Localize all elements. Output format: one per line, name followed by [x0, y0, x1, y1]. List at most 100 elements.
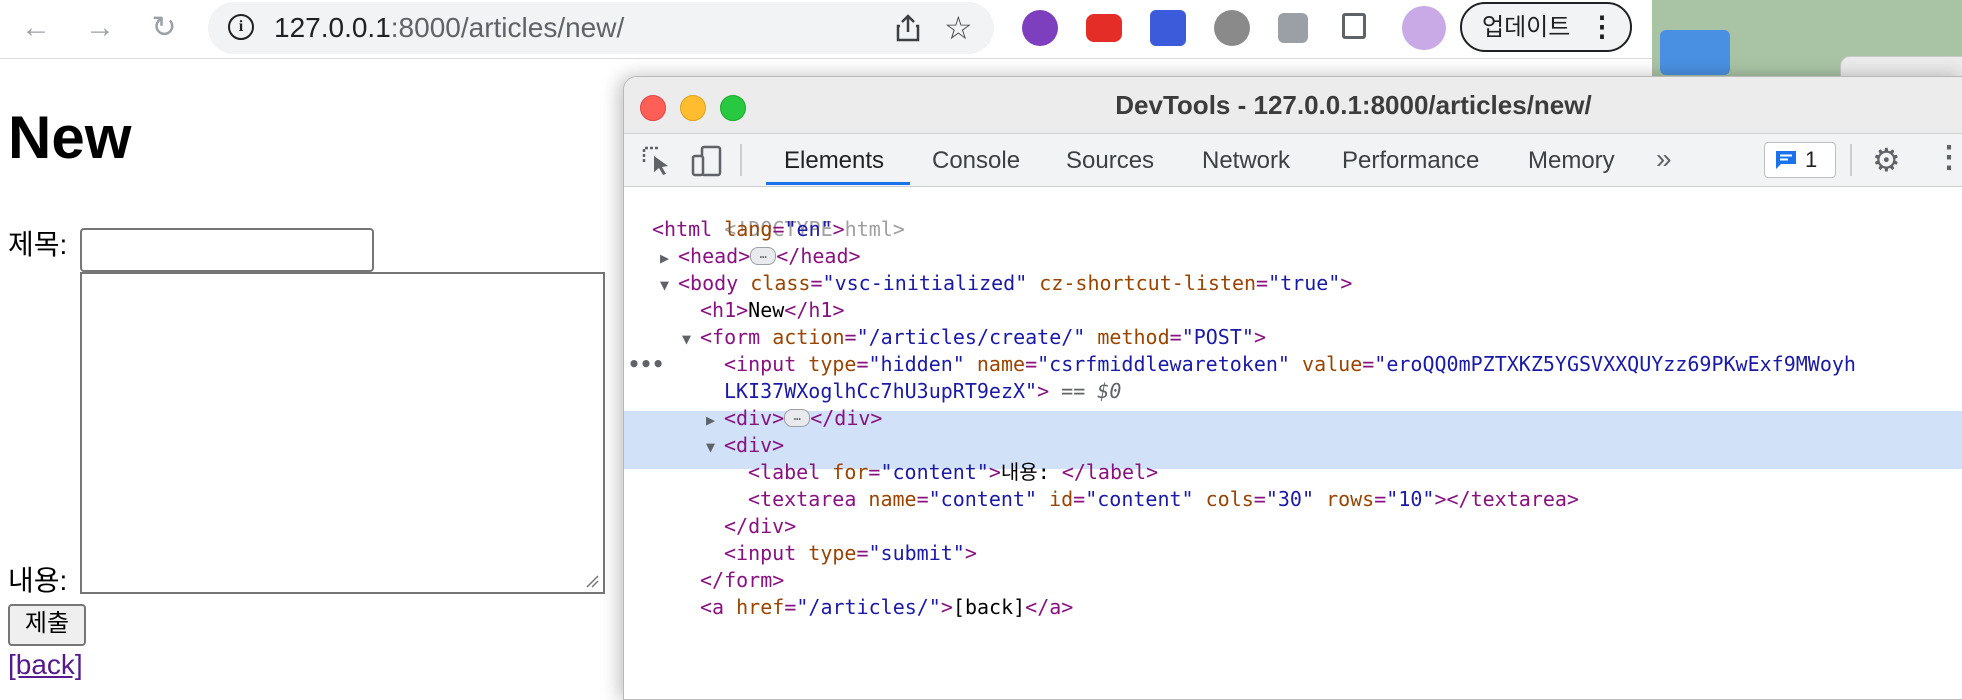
device-toolbar-icon[interactable] [690, 144, 724, 178]
div-node-collapsed[interactable]: ▶ <div>… </div> [706, 405, 882, 432]
csrf-input-node-cont[interactable]: LKI37WXoglhCc7hU3upRT9ezX"> == $0 [724, 378, 1121, 405]
div-node-expanded[interactable]: ▼ <div> [706, 432, 784, 459]
tag-text: <div> [724, 406, 785, 430]
ext-purple-icon[interactable] [1022, 10, 1058, 46]
tag-text: > [1340, 271, 1353, 295]
tab-performance[interactable]: Performance [1342, 144, 1479, 178]
attr-value: "30" [1265, 487, 1315, 511]
collapse-triangle-icon[interactable]: ▼ [682, 326, 700, 353]
inspect-element-icon[interactable] [640, 144, 674, 178]
bookmark-star-icon[interactable]: ☆ [944, 8, 973, 48]
address-bar[interactable]: i 127.0.0.1:8000/articles/new/ ☆ [208, 2, 994, 54]
textarea-node[interactable]: <textarea name="content" id="content" co… [748, 486, 1579, 513]
tab-memory[interactable]: Memory [1528, 144, 1615, 178]
folder-icon[interactable] [1660, 30, 1730, 75]
submit-input-node[interactable]: <input type="submit"> [724, 540, 977, 567]
tab-sources[interactable]: Sources [1066, 144, 1154, 178]
submit-button[interactable]: 제출 [8, 604, 86, 646]
chrome-menu-icon[interactable]: ⋮ [1588, 10, 1616, 44]
update-button[interactable]: 업데이트 ⋮ [1460, 2, 1632, 52]
attr-name: for [832, 460, 869, 484]
attr-name: type [808, 352, 857, 376]
ext-youtube-icon[interactable] [1086, 14, 1122, 42]
tab-console[interactable]: Console [932, 144, 1020, 178]
issues-chat-icon [1776, 151, 1796, 169]
devtools-menu-icon[interactable]: ⋮ [1934, 140, 1962, 176]
head-node[interactable]: ▶ <head>… </head> [660, 243, 861, 270]
collapsed-ellipsis-icon[interactable]: … [750, 246, 777, 265]
csrf-input-node[interactable]: <input type="hidden" name="csrfmiddlewar… [724, 351, 1856, 378]
selected-var: $0 [1097, 379, 1122, 403]
expand-triangle-icon[interactable]: ▶ [660, 245, 678, 272]
puzzle-icon[interactable] [1278, 13, 1308, 43]
anchor-node[interactable]: <a href="/articles/">[back]</a> [700, 594, 1073, 621]
toolbar-divider [740, 144, 742, 176]
attr-name: name [868, 487, 917, 511]
attr-value: "hidden" [868, 352, 965, 376]
tag-text: </label> [1061, 460, 1159, 484]
label-node[interactable]: <label for="content">내용: </label> [748, 459, 1158, 486]
form-node[interactable]: ▼ <form action="/articles/create/" method… [682, 324, 1266, 351]
expand-triangle-icon[interactable]: ▶ [706, 407, 724, 434]
tab-network[interactable]: Network [1202, 144, 1290, 178]
tag-text: </h1> [784, 298, 845, 322]
attr-value: "eroQQ0mPZTXKZ5YGSVXXQUYzz69PKwExf9MWoyh [1374, 352, 1856, 376]
more-tabs-icon[interactable]: » [1656, 142, 1672, 176]
devtools-titlebar[interactable]: DevTools - 127.0.0.1:8000/articles/new/ [624, 77, 1962, 134]
settings-gear-icon[interactable]: ⚙ [1872, 142, 1901, 178]
browser-toolbar: ← → ↻ i 127.0.0.1:8000/articles/new/ ☆ 업… [0, 0, 1652, 59]
issues-button[interactable]: 1 [1764, 142, 1836, 178]
body-node[interactable]: ▼ <body class="vsc-initialized" cz-shortc… [660, 270, 1352, 297]
tag-text: <head> [678, 244, 751, 268]
attr-value: "/articles/create/" [856, 325, 1086, 349]
tag-text: <label [748, 460, 821, 484]
tag-text: </div> [724, 514, 797, 538]
attr-value: "true" [1268, 271, 1341, 295]
node-actions-icon[interactable]: ••• [628, 351, 664, 378]
update-label: 업데이트 [1482, 14, 1571, 41]
tag-text: <input [724, 352, 797, 376]
profile-avatar[interactable] [1402, 6, 1446, 50]
reload-icon[interactable]: ↻ [144, 8, 184, 48]
html-node[interactable]: <html lang="en"> [652, 216, 845, 243]
h1-node[interactable]: <h1>New</h1> [700, 297, 845, 324]
resize-handle-icon[interactable] [585, 574, 599, 588]
back-arrow-icon[interactable]: ← [16, 8, 56, 48]
attr-value: "content" [880, 460, 989, 484]
div-close-node[interactable]: </div> [724, 513, 796, 540]
tag-text: > [988, 460, 1001, 484]
back-link[interactable]: [back] [8, 648, 83, 682]
page-title: New [8, 104, 132, 171]
content-textarea[interactable] [80, 272, 605, 594]
share-icon[interactable] [892, 12, 924, 44]
node-text: New [748, 298, 785, 322]
sidepanel-icon[interactable] [1342, 13, 1366, 39]
collapse-triangle-icon[interactable]: ▼ [706, 434, 724, 461]
collapsed-ellipsis-icon[interactable]: … [784, 408, 811, 427]
attr-value: LKI37WXoglhCc7hU3upRT9ezX" [724, 379, 1038, 403]
attr-value: "POST" [1181, 325, 1254, 349]
attr-value: "10" [1386, 487, 1435, 511]
tag-text: > [1434, 487, 1447, 511]
ext-code-icon[interactable] [1150, 10, 1186, 46]
form-close-node[interactable]: </form> [700, 567, 784, 594]
devtools-window: DevTools - 127.0.0.1:8000/articles/new/ … [623, 76, 1962, 700]
title-input[interactable] [80, 228, 374, 272]
devtools-tabbar: Elements Console Sources Network Perform… [624, 134, 1962, 187]
doctype-node[interactable]: <!DOCTYPE html> [652, 189, 905, 241]
url-text[interactable]: 127.0.0.1:8000/articles/new/ [274, 12, 624, 44]
tag-text: > [1037, 379, 1050, 403]
tag-text: <textarea [748, 487, 857, 511]
content-label: 내용: [8, 565, 68, 596]
attr-value: "en" [784, 217, 833, 241]
forward-arrow-icon[interactable]: → [80, 8, 120, 48]
tag-text: <h1> [700, 298, 749, 322]
tag-text: > [832, 217, 845, 241]
collapse-triangle-icon[interactable]: ▼ [660, 272, 678, 299]
devtools-title: DevTools - 127.0.0.1:8000/articles/new/ [1115, 90, 1592, 120]
attr-name: value [1302, 352, 1363, 376]
ext-gear-icon[interactable] [1214, 10, 1250, 46]
tab-elements[interactable]: Elements [784, 144, 884, 178]
site-info-icon[interactable]: i [228, 14, 254, 40]
title-label: 제목: [8, 229, 68, 260]
